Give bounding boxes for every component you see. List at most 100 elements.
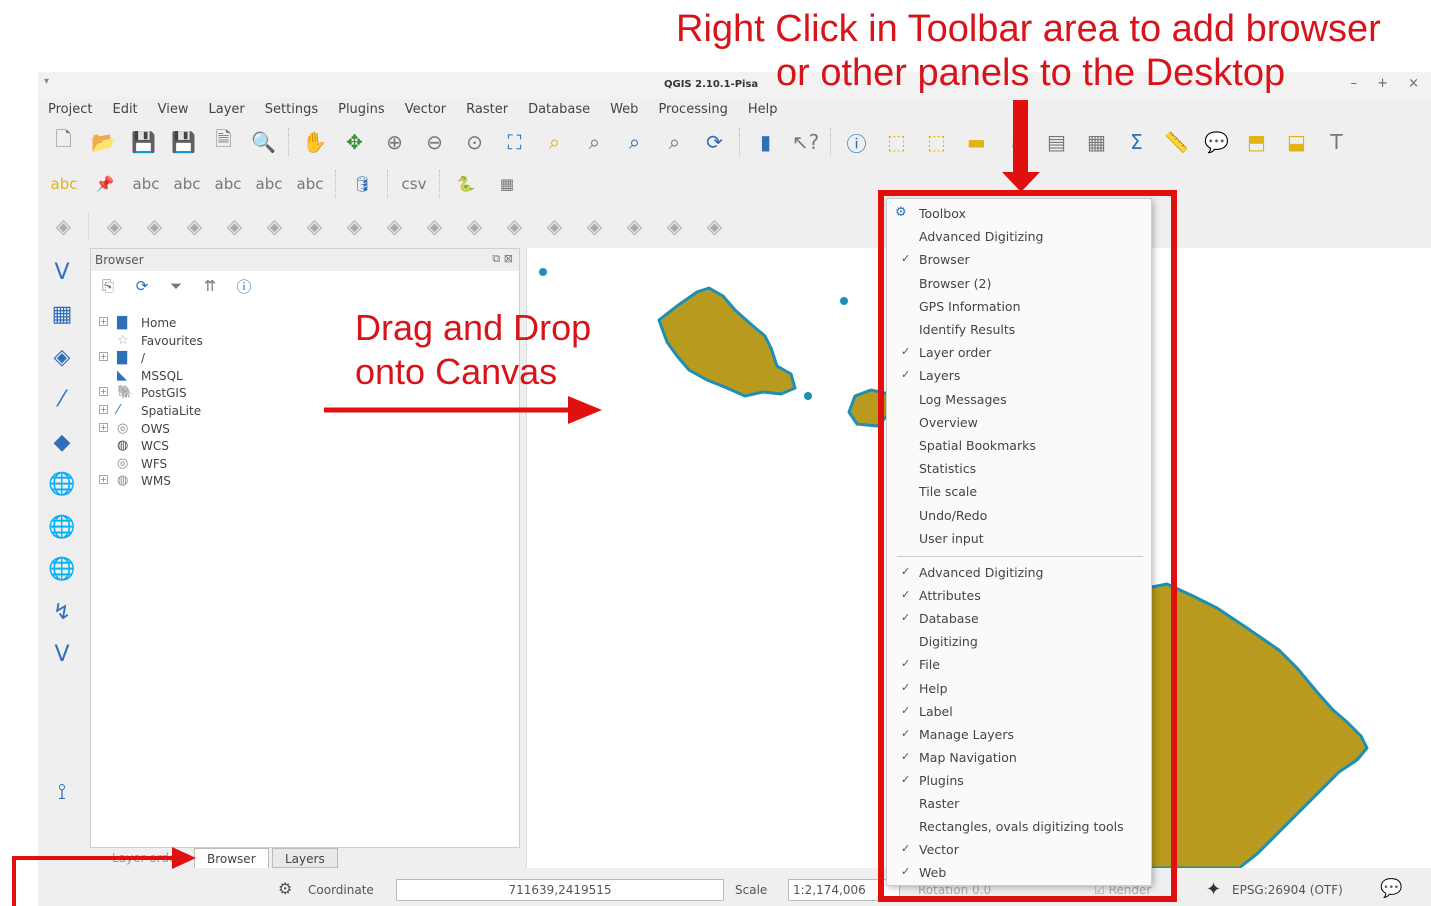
menu-edit[interactable]: Edit xyxy=(102,98,147,122)
save-project-icon[interactable]: 💾 xyxy=(128,127,159,158)
pin-labels-icon[interactable]: 📌 xyxy=(89,171,121,197)
whats-this-icon[interactable]: ↖? xyxy=(790,127,821,158)
digitize-icon[interactable]: ◈ xyxy=(48,211,79,242)
menu-item-identify-results[interactable]: Identify Results xyxy=(887,319,1151,341)
pan-icon[interactable]: ✋ xyxy=(299,127,330,158)
scale-combobox[interactable]: 1:2,174,006 xyxy=(788,879,900,901)
rotate-point-icon[interactable]: ◈ xyxy=(619,211,650,242)
add-ring-icon[interactable]: ◈ xyxy=(179,211,210,242)
expand-icon[interactable]: + xyxy=(99,404,108,414)
map-tips-icon[interactable]: 💬 xyxy=(1201,127,1232,158)
identify-icon[interactable]: ⓘ xyxy=(841,127,872,158)
add-selected-layers-icon[interactable]: ⎘ xyxy=(97,275,119,297)
menu-item-spatial-bookmarks[interactable]: Spatial Bookmarks xyxy=(887,435,1151,457)
coordinate-toggle-icon[interactable]: ⚙ xyxy=(278,879,292,898)
label-icon[interactable]: abc xyxy=(48,171,80,197)
expand-icon[interactable]: + xyxy=(99,422,108,432)
menu-item-tile-scale[interactable]: Tile scale xyxy=(887,481,1151,503)
window-menu-icon[interactable]: ▾ xyxy=(44,76,49,87)
georeferencer-icon[interactable]: ⟟ xyxy=(46,776,78,808)
menu-vector[interactable]: Vector xyxy=(395,98,456,122)
zoom-to-selection-icon[interactable]: ⌕ xyxy=(539,127,570,158)
db-manager-icon[interactable]: 🛢 xyxy=(346,171,378,197)
toolbar-row-1[interactable]: 🗋 📂 💾 💾 🗎 🔍 ✋ ✥ ⊕ ⊖ ⊙ ⛶ ⌕ ⌕ ⌕ ⌕ ⟳ ▮ ↖? ⓘ ⬚ ⬚ ▬ ε ▤ ▦ Σ 📏 💬 ⬒ ⬓ T xyxy=(38,122,1431,162)
change-label-icon[interactable]: abc xyxy=(253,171,285,197)
add-wcs-icon[interactable]: 🌐 xyxy=(46,511,78,543)
add-wms-icon[interactable]: 🌐 xyxy=(46,469,78,501)
collapse-all-icon[interactable]: ⇈ xyxy=(199,275,221,297)
redo-icon[interactable]: ◈ xyxy=(139,211,170,242)
zoom-full-icon[interactable]: ⛶ xyxy=(499,127,530,158)
zoom-last-icon[interactable]: ⌕ xyxy=(619,127,650,158)
label-toolbar-icon[interactable]: abc xyxy=(294,171,326,197)
properties-icon[interactable]: ⓘ xyxy=(233,275,255,297)
zoom-to-layer-icon[interactable]: ⌕ xyxy=(579,127,610,158)
menu-item-layers[interactable]: ✓ Layers xyxy=(887,365,1151,387)
move-label-icon[interactable]: abc xyxy=(171,171,203,197)
merge-icon[interactable]: ◈ xyxy=(539,211,570,242)
grid-icon[interactable]: ▦ xyxy=(491,171,523,197)
menu-item-log-messages[interactable]: Log Messages xyxy=(887,389,1151,411)
select-feature-icon[interactable]: ⬚ xyxy=(881,127,912,158)
sum-icon[interactable]: Σ xyxy=(1121,127,1152,158)
fill-ring-icon[interactable]: ◈ xyxy=(259,211,290,242)
open-project-icon[interactable]: 📂 xyxy=(88,127,119,158)
new-print-composer-icon[interactable]: 🗎 xyxy=(208,127,239,158)
toolbar-row-3[interactable]: ◈ ◈ ◈ ◈ ◈ ◈ ◈ ◈ ◈ ◈ ◈ ◈ ◈ ◈ ◈ ◈ ◈ xyxy=(38,206,1431,246)
menu-item-vector[interactable]: ✓ Vector xyxy=(887,839,1151,861)
attribute-table-icon[interactable]: ▤ xyxy=(1041,127,1072,158)
add-raster-layer-icon[interactable]: ▦ xyxy=(46,299,78,331)
expand-icon[interactable]: + xyxy=(99,317,108,326)
csv-icon[interactable]: csv xyxy=(398,171,430,197)
zoom-actual-icon[interactable]: ⊙ xyxy=(459,127,490,158)
add-delimited-text-icon[interactable]: ↯ xyxy=(46,596,78,628)
menu-item-digitizing[interactable]: Digitizing xyxy=(887,631,1151,653)
filter-icon[interactable]: ⏷ xyxy=(165,275,187,297)
refresh-icon[interactable]: ⟳ xyxy=(699,127,730,158)
text-annotation-icon[interactable]: T xyxy=(1321,127,1352,158)
statistics-icon[interactable]: ▦ xyxy=(1081,127,1112,158)
new-bookmark-icon[interactable]: ⬒ xyxy=(1241,127,1272,158)
menu-item-advanced-digitizing[interactable]: Advanced Digitizing xyxy=(887,226,1151,248)
menu-item-undo-redo[interactable]: Undo/Redo xyxy=(887,505,1151,527)
menu-help[interactable]: Help xyxy=(738,98,788,122)
tab-layers[interactable]: Layers xyxy=(272,848,338,868)
expand-icon[interactable]: + xyxy=(99,475,108,485)
add-mssql-icon[interactable]: ◆ xyxy=(46,426,78,458)
toolbar-row-2[interactable]: abc 📌 abc abc abc abc abc 🛢 csv 🐍 ▦ xyxy=(38,164,1431,204)
menu-item-help[interactable]: ✓ Help xyxy=(887,678,1151,700)
menu-item-web[interactable]: ✓ Web xyxy=(887,862,1151,884)
menu-processing[interactable]: Processing xyxy=(648,98,737,122)
select-by-expression-icon[interactable]: ⬚ xyxy=(921,127,952,158)
show-bookmarks-icon[interactable]: ⬓ xyxy=(1281,127,1312,158)
add-wfs-icon[interactable]: 🌐 xyxy=(46,554,78,586)
menu-item-browser[interactable]: ✓ Browser xyxy=(887,249,1151,271)
menu-item-advanced-digitizing[interactable]: ✓ Advanced Digitizing xyxy=(887,562,1151,584)
menu-item-file[interactable]: ✓ File xyxy=(887,654,1151,676)
offset-curve-icon[interactable]: ◈ xyxy=(419,211,450,242)
menu-settings[interactable]: Settings xyxy=(255,98,328,122)
menu-item-layer-order[interactable]: ✓ Layer order xyxy=(887,342,1151,364)
new-layer-icon[interactable]: V xyxy=(46,639,78,671)
simplify-icon[interactable]: ◈ xyxy=(659,211,690,242)
deselect-icon[interactable]: ▬ xyxy=(961,127,992,158)
tab-browser[interactable]: Browser xyxy=(194,848,269,868)
menu-item-raster[interactable]: Raster xyxy=(887,793,1151,815)
expand-icon[interactable]: + xyxy=(99,387,108,397)
menu-web[interactable]: Web xyxy=(600,98,648,122)
menu-item-manage-layers[interactable]: ✓ Manage Layers xyxy=(887,724,1151,746)
menu-item-toolbox[interactable]: ⚙ Toolbox xyxy=(887,203,1151,225)
window-controls[interactable]: – + × xyxy=(1350,76,1427,91)
menu-item-gps-information[interactable]: GPS Information xyxy=(887,296,1151,318)
add-vector-layer-icon[interactable]: V xyxy=(46,256,78,288)
menu-item-map-navigation[interactable]: ✓ Map Navigation xyxy=(887,747,1151,769)
composer-manager-icon[interactable]: 🔍 xyxy=(248,127,279,158)
split-parts-icon[interactable]: ◈ xyxy=(499,211,530,242)
crs-icon[interactable]: ✦ xyxy=(1206,879,1221,900)
menu-project[interactable]: Project xyxy=(38,98,102,122)
menu-item-statistics[interactable]: Statistics xyxy=(887,458,1151,480)
rotate-icon[interactable]: ◈ xyxy=(699,211,730,242)
new-project-icon[interactable]: 🗋 xyxy=(48,127,79,158)
menu-item-rectangles-ovals-digitizing-tools[interactable]: Rectangles, ovals digitizing tools xyxy=(887,816,1151,838)
menu-item-user-input[interactable]: User input xyxy=(887,528,1151,550)
